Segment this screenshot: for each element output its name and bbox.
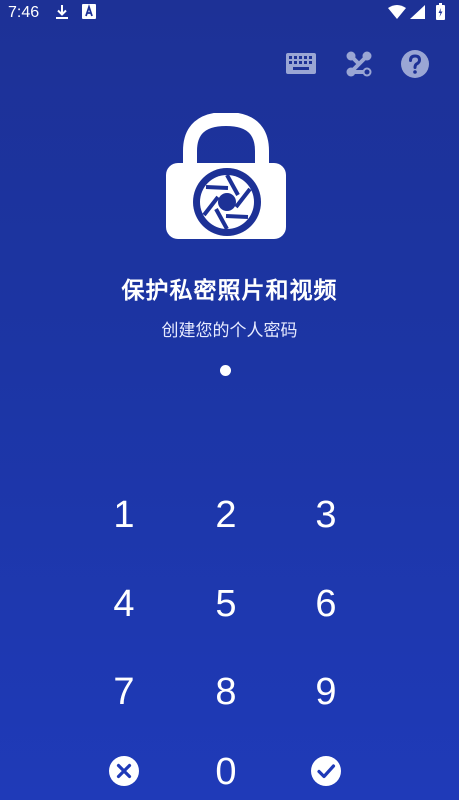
key-3[interactable]: 3	[286, 485, 366, 545]
key-8[interactable]: 8	[186, 662, 266, 722]
status-time: 7:46	[8, 4, 40, 21]
app-notification-icon	[82, 4, 96, 19]
key-7[interactable]: 7	[84, 662, 164, 722]
wifi-icon	[388, 5, 406, 19]
key-6[interactable]: 6	[286, 574, 366, 634]
pin-entered-dot	[220, 365, 231, 376]
key-0[interactable]: 0	[186, 742, 266, 800]
status-bar: 7:46	[0, 0, 459, 26]
download-icon	[56, 5, 68, 19]
key-2[interactable]: 2	[186, 485, 266, 545]
key-5[interactable]: 5	[186, 574, 266, 634]
key-1[interactable]: 1	[84, 485, 164, 545]
page-title: 保护私密照片和视频	[121, 278, 338, 304]
confirm-button[interactable]	[286, 741, 366, 800]
confirm-icon	[311, 756, 341, 786]
signal-icon	[410, 5, 425, 19]
key-9[interactable]: 9	[286, 662, 366, 722]
clear-button[interactable]	[84, 741, 164, 800]
help-icon[interactable]	[401, 50, 429, 78]
key-4[interactable]: 4	[84, 574, 164, 634]
keyboard-icon[interactable]	[286, 53, 316, 74]
battery-icon	[436, 3, 445, 20]
page-subtitle: 创建您的个人密码	[161, 321, 298, 341]
pattern-icon[interactable]	[346, 51, 372, 77]
clear-icon	[109, 756, 139, 786]
lock-camera-logo	[166, 113, 286, 239]
